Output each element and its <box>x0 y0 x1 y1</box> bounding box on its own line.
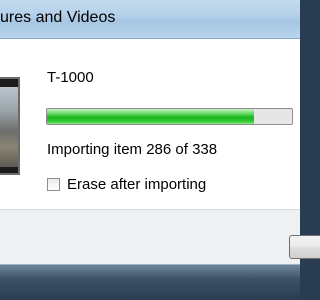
erase-checkbox-label[interactable]: Erase after importing <box>67 176 206 193</box>
import-status-text: Importing item 286 of 338 <box>47 141 218 158</box>
window-frame-bottom <box>0 265 300 300</box>
title-bar[interactable]: ures and Videos <box>0 0 300 39</box>
erase-checkbox[interactable] <box>47 177 60 191</box>
dialog-content: T-1000 Importing item 286 of 338 Erase a… <box>0 39 300 209</box>
window-title: ures and Videos <box>0 9 116 26</box>
thumbnail-photo <box>0 87 18 167</box>
device-name: T-1000 <box>47 69 94 86</box>
item-thumbnail <box>0 77 20 175</box>
import-progress-bar <box>46 108 293 125</box>
cancel-button[interactable] <box>289 235 320 259</box>
erase-after-importing-option[interactable]: Erase after importing <box>47 175 206 193</box>
import-dialog: ures and Videos T-1000 Importing item 28… <box>0 0 320 300</box>
dialog-footer <box>0 209 320 265</box>
progress-fill <box>47 109 255 124</box>
